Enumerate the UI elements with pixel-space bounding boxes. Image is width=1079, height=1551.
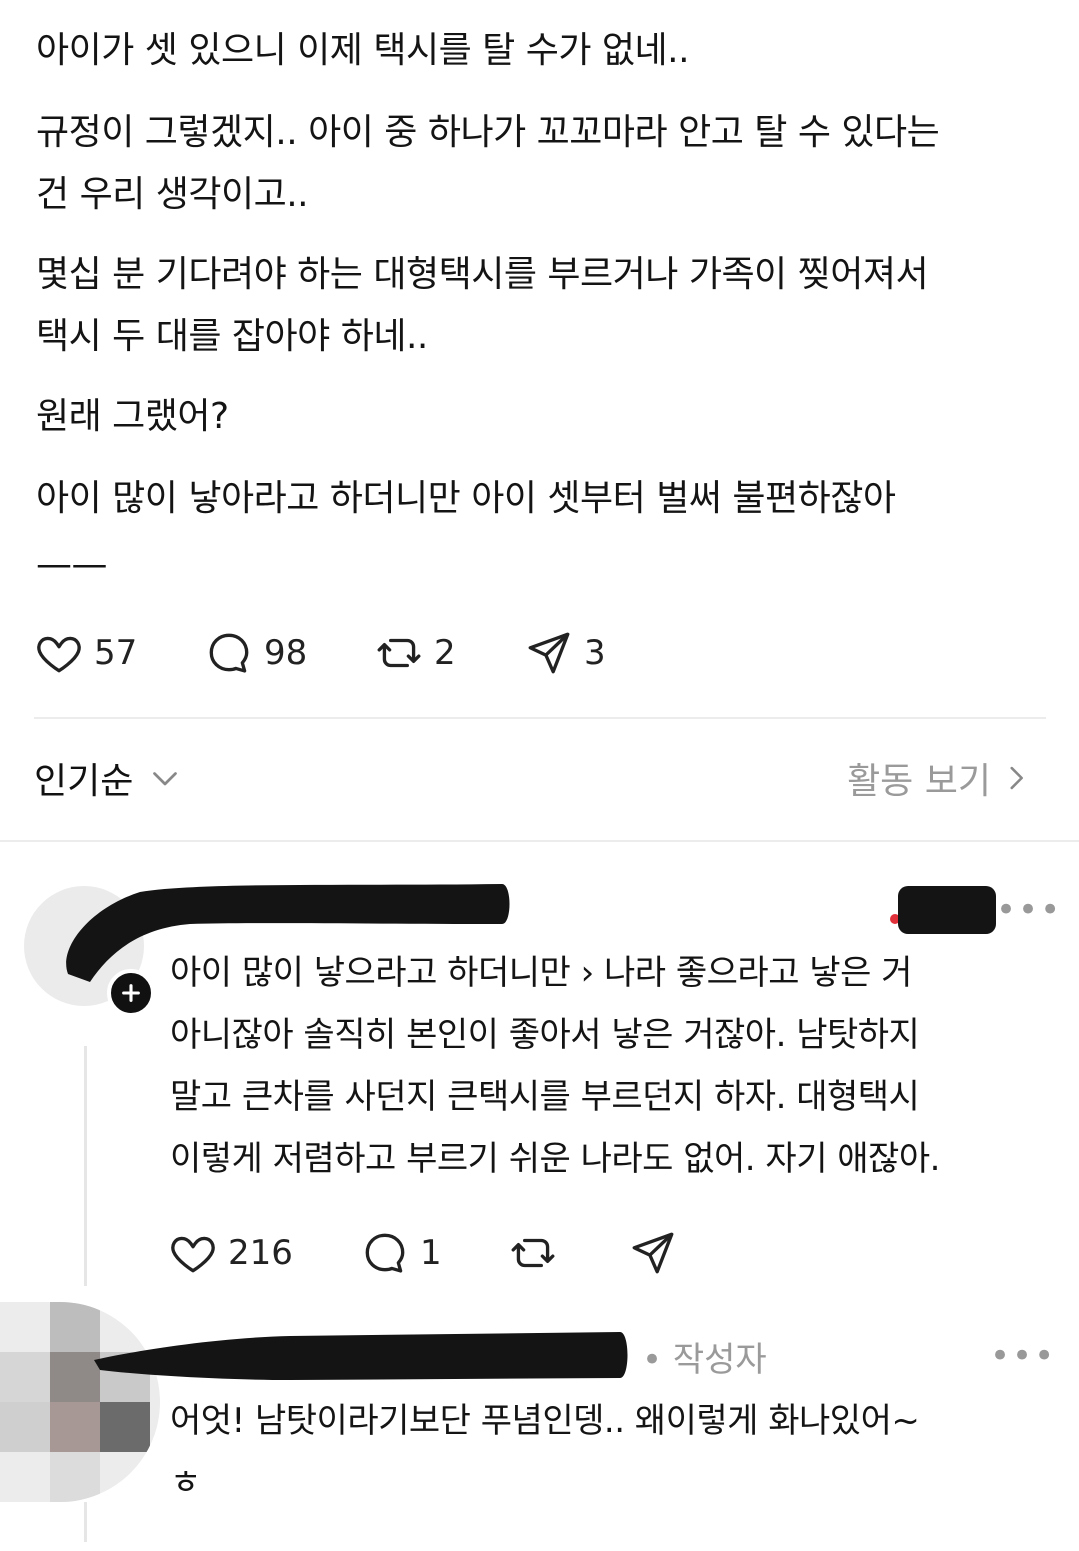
thread-line [84, 1502, 87, 1542]
post-line: —— [36, 544, 108, 585]
post-line: 택시 두 대를 잡아야 하네.. [36, 316, 428, 357]
comment-line: 아이 많이 낳으라고 하더니만 › 나라 좋으라고 낳은 거 [170, 953, 912, 993]
post-line: 규정이 그렇겠지.. 아이 중 하나가 꼬꼬마라 안고 탈 수 있다는 [36, 112, 940, 153]
view-activity-label: 활동 보기 [847, 761, 991, 802]
sort-label: 인기순 [34, 761, 134, 802]
comment-repost-button[interactable] [508, 1228, 558, 1278]
share-count: 3 [584, 633, 606, 673]
repost-button[interactable]: 2 [374, 628, 456, 678]
repost-icon [377, 638, 421, 668]
post-line: 아이가 셋 있으니 이제 택시를 탈 수가 없네.. [36, 30, 690, 71]
comment-like-button[interactable]: 216 [168, 1228, 293, 1278]
comment-line: 어엇! 남탓이라기보단 푸념인뎅.. 왜이렇게 화나있어~ [170, 1401, 920, 1441]
divider [34, 717, 1046, 719]
post-line: 아이 많이 낳아라고 하더니만 아이 셋부터 벌써 불편하잖아 [36, 478, 896, 519]
comment-body: 어엇! 남탓이라기보단 푸념인뎅.. 왜이렇게 화나있어~ ㅎ [170, 1390, 1050, 1514]
post-line: 원래 그랬어? [36, 396, 229, 437]
post-paragraph-2: 규정이 그렇겠지.. 아이 중 하나가 꼬꼬마라 안고 탈 수 있다는 건 우리… [36, 102, 1036, 226]
author-badge: • 작성자 [642, 1340, 767, 1380]
post-paragraph-3: 몇십 분 기다려야 하는 대형택시를 부르거나 가족이 찢어져서 택시 두 대를… [36, 244, 1036, 368]
view-activity-link[interactable]: 활동 보기 [847, 752, 1033, 804]
speech-bubble-icon [209, 633, 249, 673]
comment-line: 아니잖아 솔직히 본인이 좋아서 낳은 거잖아. 남탓하지 [170, 1015, 920, 1055]
comment-count: 98 [264, 633, 308, 673]
send-icon [528, 632, 570, 674]
comment-reply-button[interactable]: 1 [360, 1228, 442, 1278]
chevron-down-icon [153, 772, 178, 786]
chevron-right-icon [1010, 766, 1023, 790]
sort-dropdown[interactable]: 인기순 [34, 752, 183, 804]
comment-line: ㅎ [170, 1463, 201, 1503]
more-options-button[interactable]: ••• [996, 890, 1062, 930]
heart-icon [171, 1236, 215, 1273]
thread-line [84, 1046, 87, 1286]
post-line: 몇십 분 기다려야 하는 대형택시를 부르거나 가족이 찢어져서 [36, 254, 929, 295]
divider [0, 840, 1079, 842]
post-paragraph-5: 아이 많이 낳아라고 하더니만 아이 셋부터 벌써 불편하잖아 [36, 468, 1036, 530]
comment-like-count: 216 [228, 1233, 293, 1273]
speech-bubble-icon [365, 1233, 405, 1273]
comment-button[interactable]: 98 [204, 628, 307, 678]
comment-reply-count: 1 [420, 1233, 442, 1273]
comment-line: 말고 큰차를 사던지 큰택시를 부르던지 하자. 대형택시 [170, 1077, 920, 1117]
heart-icon [37, 636, 81, 673]
like-count: 57 [94, 633, 138, 673]
share-button[interactable]: 3 [524, 628, 606, 678]
send-icon [632, 1232, 674, 1274]
repost-count: 2 [434, 633, 456, 673]
like-button[interactable]: 57 [34, 628, 137, 678]
post-paragraph-1: 아이가 셋 있으니 이제 택시를 탈 수가 없네.. [36, 20, 1036, 82]
post-paragraph-4: 원래 그랬어? [36, 386, 1036, 448]
comment-share-button[interactable] [628, 1228, 678, 1278]
post-line: 건 우리 생각이고.. [36, 174, 309, 215]
redacted-timestamp [898, 886, 996, 934]
comment-line: 이렇게 저렴하고 부르기 쉬운 나라도 없어. 자기 애잖아. [170, 1139, 940, 1179]
post-paragraph-6: —— [36, 534, 1036, 596]
redacted-username [94, 1332, 628, 1380]
more-options-button[interactable]: ••• [990, 1336, 1056, 1376]
comment-body: 아이 많이 낳으라고 하더니만 › 나라 좋으라고 낳은 거 아니잖아 솔직히 … [170, 942, 1050, 1190]
repost-icon [511, 1238, 555, 1268]
